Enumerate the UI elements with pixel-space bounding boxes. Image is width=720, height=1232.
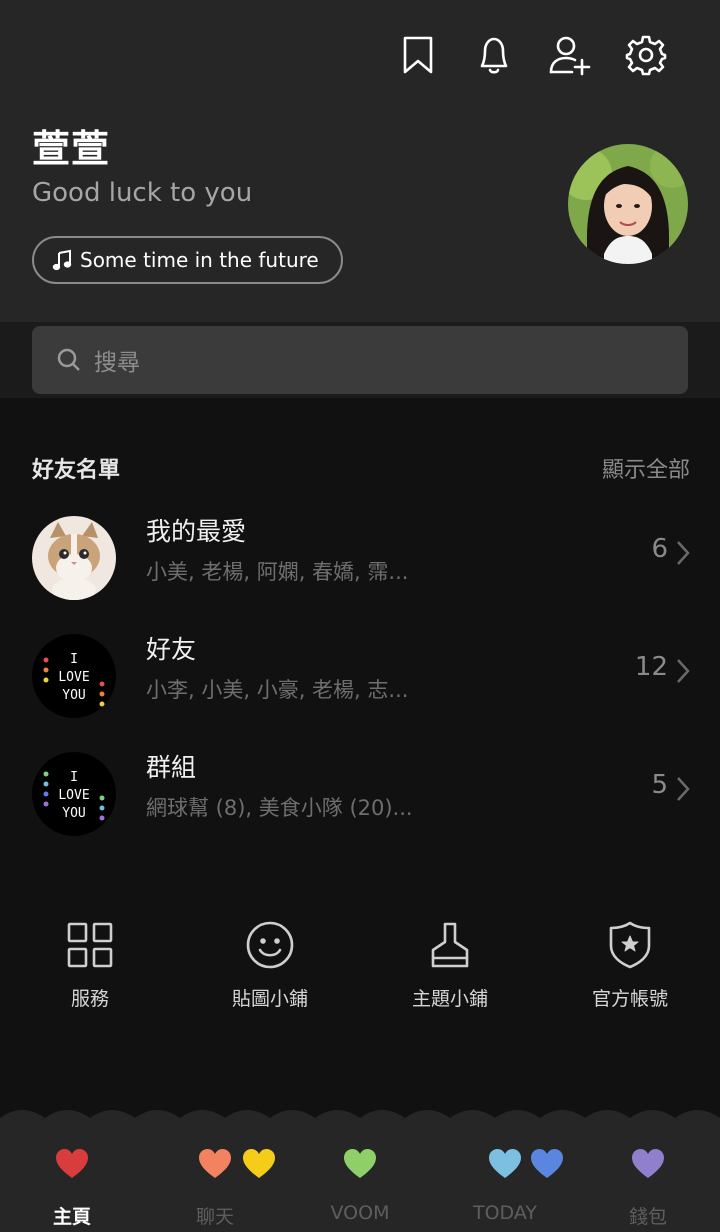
services-shortcut[interactable]: 服務 <box>0 920 180 1011</box>
official-accounts-shortcut[interactable]: 官方帳號 <box>540 920 720 1011</box>
search-placeholder: 搜尋 <box>94 350 140 376</box>
bottom-tab-bar: 主頁 聊天 VOOM TODAY 錢包 <box>0 1108 720 1232</box>
profile-name[interactable]: 萱萱 <box>32 118 110 173</box>
row-title: 我的最愛 <box>146 517 247 546</box>
heart-icon <box>531 1149 563 1178</box>
favorites-thumb <box>32 516 116 600</box>
thumb-line3: YOU <box>62 688 85 703</box>
heart-icon <box>632 1149 664 1178</box>
shortcut-label: 貼圖小鋪 <box>231 988 308 1010</box>
sticker-shop-shortcut[interactable]: 貼圖小鋪 <box>180 920 360 1011</box>
music-title: Some time in the future <box>80 248 319 272</box>
add-friend-icon <box>549 36 591 76</box>
friends-section-header: 好友名單 顯示全部 <box>32 452 690 484</box>
thumb-line2: LOVE <box>58 670 89 685</box>
list-item-favorites[interactable]: 我的最愛 小美, 老楊, 阿嫻, 春嬌, 霈... 6 <box>0 508 720 608</box>
search-icon <box>57 348 80 371</box>
row-count: 12 <box>634 652 668 682</box>
row-title: 好友 <box>146 635 197 664</box>
tab-label: 錢包 <box>628 1206 667 1228</box>
heart-icon <box>489 1149 521 1178</box>
row-title: 群組 <box>146 753 197 782</box>
thumb-line2: LOVE <box>58 788 89 803</box>
music-note-icon <box>52 249 72 271</box>
thumb-line1: I <box>70 652 78 667</box>
settings-button[interactable] <box>608 32 684 78</box>
thumb-line3: YOU <box>62 806 85 821</box>
heart-icon <box>344 1149 376 1178</box>
row-count: 6 <box>651 534 668 564</box>
header-toolbar <box>380 32 684 78</box>
row-count: 5 <box>651 770 668 800</box>
list-item-groups[interactable]: I LOVE YOU 群組 網球幫 (8), 美食小隊 (20)... 5 <box>0 744 720 844</box>
bell-icon <box>480 37 508 74</box>
tab-wallet[interactable]: 錢包 <box>588 1148 708 1228</box>
tab-home[interactable]: 主頁 <box>12 1148 132 1228</box>
grid-icon <box>67 922 113 968</box>
list-item-friends[interactable]: I LOVE YOU 好友 小李, 小美, 小豪, 老楊, 志... 12 <box>0 626 720 726</box>
brush-icon <box>431 922 469 968</box>
shortcut-label: 官方帳號 <box>591 988 668 1010</box>
chevron-right-icon <box>676 776 690 806</box>
tab-label: TODAY <box>473 1202 537 1224</box>
row-members: 小美, 老楊, 阿嫻, 春嬌, 霈... <box>146 560 409 584</box>
thumb-line1: I <box>70 770 78 785</box>
add-friend-button[interactable] <box>532 32 608 78</box>
heart-icon <box>243 1149 275 1178</box>
theme-shop-shortcut[interactable]: 主題小鋪 <box>360 920 540 1011</box>
search-input[interactable]: 搜尋 <box>32 326 688 394</box>
chevron-right-icon <box>676 540 690 570</box>
bookmark-button[interactable] <box>380 32 456 78</box>
notifications-button[interactable] <box>456 32 532 78</box>
friends-section-title: 好友名單 <box>32 458 121 483</box>
profile-avatar[interactable] <box>568 144 688 264</box>
profile-music-button[interactable]: Some time in the future <box>32 236 343 284</box>
heart-icon <box>56 1149 88 1178</box>
groups-thumb: I LOVE YOU <box>32 752 116 836</box>
tab-label: VOOM <box>330 1202 390 1224</box>
smiley-icon <box>246 921 294 969</box>
tab-label: 主頁 <box>52 1206 91 1228</box>
bookmark-icon <box>403 36 433 74</box>
shortcut-label: 服務 <box>70 988 109 1010</box>
shortcut-bar: 服務 貼圖小鋪 主題小鋪 官方帳號 <box>0 920 720 1011</box>
chevron-right-icon <box>676 658 690 688</box>
tab-voom[interactable]: VOOM <box>300 1148 420 1224</box>
shortcut-label: 主題小鋪 <box>411 988 488 1010</box>
show-all-link[interactable]: 顯示全部 <box>602 452 690 484</box>
gear-icon <box>625 35 667 76</box>
tab-label: 聊天 <box>195 1206 234 1228</box>
friends-thumb: I LOVE YOU <box>32 634 116 718</box>
row-members: 網球幫 (8), 美食小隊 (20)... <box>146 796 413 820</box>
shield-star-icon <box>609 921 651 969</box>
heart-icon <box>199 1149 231 1178</box>
row-members: 小李, 小美, 小豪, 老楊, 志... <box>146 678 409 702</box>
status-message[interactable]: Good luck to you <box>32 178 252 208</box>
